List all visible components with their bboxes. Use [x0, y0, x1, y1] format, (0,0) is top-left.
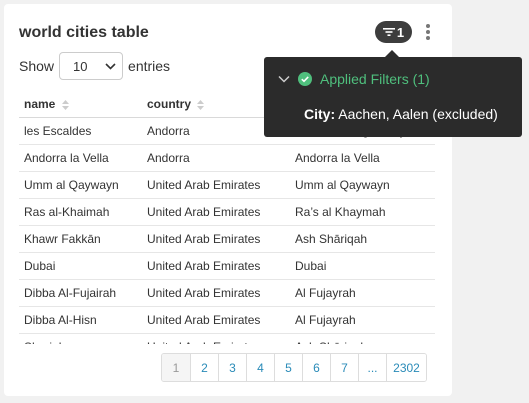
cell-name: Dibba Al-Fujairah	[19, 279, 142, 307]
cell-name: Dibba Al-Hisn	[19, 306, 142, 334]
cell-subcountry: Umm al Qaywayn	[290, 171, 435, 199]
table-row: Dubai United Arab Emirates Dubai	[19, 252, 435, 280]
page-button-2[interactable]: 2	[190, 354, 218, 381]
page-button-6[interactable]: 6	[302, 354, 330, 381]
cell-country: United Arab Emirates	[142, 279, 290, 307]
page-button-1[interactable]: 1	[162, 354, 190, 381]
cell-name: Khawr Fakkān	[19, 225, 142, 253]
table-row: Umm al Qaywayn United Arab Emirates Umm …	[19, 171, 435, 199]
table-row: Dibba Al-Fujairah United Arab Emirates A…	[19, 279, 435, 307]
page-button-7[interactable]: 7	[330, 354, 358, 381]
table-row: Dibba Al-Hisn United Arab Emirates Al Fu…	[19, 306, 435, 334]
cell-subcountry: Dubai	[290, 252, 435, 280]
table-row: Andorra la Vella Andorra Andorra la Vell…	[19, 144, 435, 172]
sort-icon	[197, 99, 205, 110]
chevron-down-icon	[278, 75, 290, 83]
cell-subcountry: Al Fujayrah	[290, 279, 435, 307]
sort-icon	[61, 99, 69, 110]
cell-name: les Escaldes	[19, 117, 142, 145]
filter-summary: City: Aachen, Aalen (excluded)	[304, 106, 498, 122]
filter-value: Aachen, Aalen (excluded)	[338, 106, 498, 122]
cell-name: Ras al-Khaimah	[19, 198, 142, 226]
applied-filters-heading: Applied Filters (1)	[320, 71, 430, 87]
cell-country: Andorra	[142, 144, 290, 172]
filter-key: City:	[304, 106, 336, 122]
cell-name: Sharjah	[19, 333, 142, 344]
cell-subcountry: Andorra la Vella	[290, 144, 435, 172]
page-button-3[interactable]: 3	[218, 354, 246, 381]
table-row: Khawr Fakkān United Arab Emirates Ash Sh…	[19, 225, 435, 253]
cell-subcountry: Ash Shāriqah	[290, 225, 435, 253]
cell-country: United Arab Emirates	[142, 171, 290, 199]
cell-subcountry: Al Fujayrah	[290, 306, 435, 334]
page-ellipsis: ...	[358, 354, 386, 381]
cell-name: Dubai	[19, 252, 142, 280]
cell-country: United Arab Emirates	[142, 198, 290, 226]
pagination: 1 2 3 4 5 6 7 ... 2302	[161, 353, 427, 382]
cell-country: United Arab Emirates	[142, 252, 290, 280]
column-header-name[interactable]: name	[19, 91, 142, 118]
cell-country: United Arab Emirates	[142, 306, 290, 334]
cell-name: Andorra la Vella	[19, 144, 142, 172]
cell-country: United Arab Emirates	[142, 225, 290, 253]
applied-filters-header[interactable]: Applied Filters (1)	[278, 71, 430, 87]
table-row: Sharjah United Arab Emirates Ash Shāriqa…	[19, 333, 435, 344]
page-button-last[interactable]: 2302	[386, 354, 426, 381]
table-row: Ras al-Khaimah United Arab Emirates Ra’s…	[19, 198, 435, 226]
cell-subcountry: Ash Shāriqah	[290, 333, 435, 344]
applied-filters-popover: Applied Filters (1) City: Aachen, Aalen …	[264, 57, 522, 137]
cell-country: United Arab Emirates	[142, 333, 290, 344]
cell-subcountry: Ra’s al Khaymah	[290, 198, 435, 226]
cell-name: Umm al Qaywayn	[19, 171, 142, 199]
page-button-4[interactable]: 4	[246, 354, 274, 381]
page-button-5[interactable]: 5	[274, 354, 302, 381]
check-circle-icon	[298, 72, 312, 86]
